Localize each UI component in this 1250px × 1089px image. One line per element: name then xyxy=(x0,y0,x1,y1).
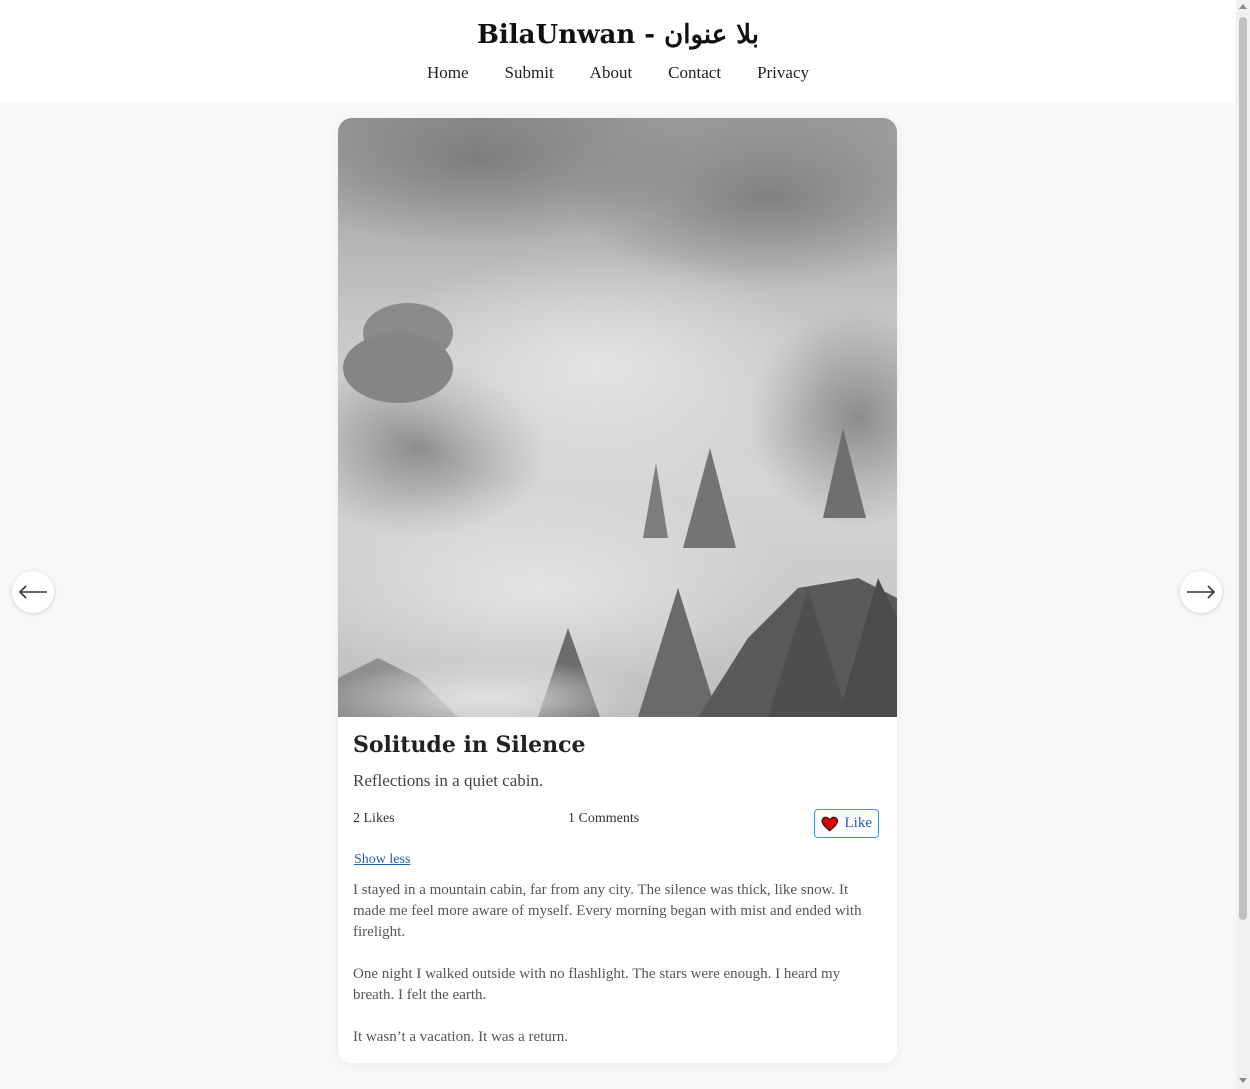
post-paragraph: I stayed in a mountain cabin, far from a… xyxy=(353,882,862,940)
main-nav: Home Submit About Contact Privacy xyxy=(0,63,1236,83)
post-subtitle: Reflections in a quiet cabin. xyxy=(353,771,544,790)
nav-submit[interactable]: Submit xyxy=(505,63,554,83)
heart-icon xyxy=(821,816,839,832)
next-post-button[interactable] xyxy=(1180,571,1222,613)
post-card: Solitude in Silence Reflections in a qui… xyxy=(338,118,897,1063)
prev-post-button[interactable] xyxy=(12,571,54,613)
post-paragraph: It wasn’t a vacation. It was a return. xyxy=(353,1029,569,1045)
page-scrollbar[interactable] xyxy=(1236,0,1250,1089)
site-title[interactable]: BilaUnwan - بلا عنوان xyxy=(0,20,1236,50)
scrollbar-thumb[interactable] xyxy=(1239,17,1247,920)
like-button-label: Like xyxy=(844,815,873,831)
comments-count[interactable]: 1 Comments xyxy=(568,811,639,827)
post-body: I stayed in a mountain cabin, far from a… xyxy=(353,880,883,1063)
nav-home[interactable]: Home xyxy=(427,63,469,83)
likes-count: 2 Likes xyxy=(353,811,395,826)
site-header: BilaUnwan - بلا عنوان Home Submit About … xyxy=(0,0,1236,102)
nav-privacy[interactable]: Privacy xyxy=(757,63,809,83)
post-image xyxy=(338,118,897,717)
nav-about[interactable]: About xyxy=(590,63,633,83)
scroll-up-arrow-icon[interactable] xyxy=(1239,4,1247,9)
arrow-right-icon xyxy=(1187,585,1216,599)
arrow-left-icon xyxy=(18,585,47,599)
post-title: Solitude in Silence xyxy=(353,732,586,758)
post-paragraph: One night I walked outside with no flash… xyxy=(353,966,841,1003)
like-button[interactable]: Like xyxy=(814,809,879,838)
scroll-down-arrow-icon[interactable] xyxy=(1239,1078,1247,1083)
show-less-link[interactable]: Show less xyxy=(354,852,410,868)
nav-contact[interactable]: Contact xyxy=(668,63,721,83)
